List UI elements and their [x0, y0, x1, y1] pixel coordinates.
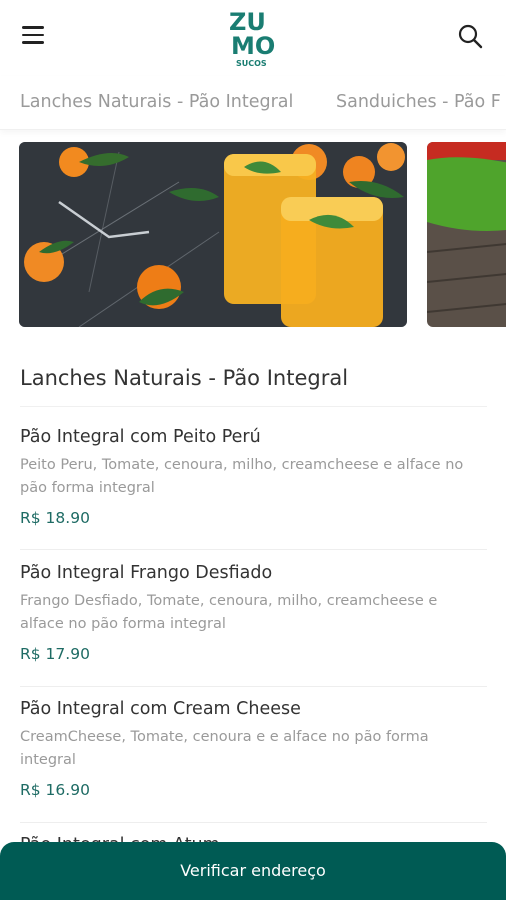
- divider: [20, 406, 487, 407]
- item-description: Peito Peru, Tomate, cenoura, milho, crea…: [20, 457, 464, 496]
- verify-address-button[interactable]: Verificar endereço: [0, 842, 506, 900]
- item-name: Pão Integral com Cream Cheese: [20, 699, 301, 719]
- item-description: CreamCheese, Tomate, cenoura e e alface …: [20, 729, 429, 768]
- section-title: Lanches Naturais - Pão Integral: [20, 366, 349, 390]
- menu-item[interactable]: Pão Integral com Peito Perú Peito Peru, …: [20, 425, 487, 527]
- item-name: Pão Integral com Peito Perú: [20, 427, 261, 447]
- item-price: R$ 16.90: [20, 781, 90, 799]
- category-tabs: Lanches Naturais - Pão Integral Sanduich…: [0, 76, 506, 130]
- menu-item[interactable]: Pão Integral com Cream Cheese CreamChees…: [20, 697, 487, 799]
- hamburger-menu-icon[interactable]: [22, 26, 48, 46]
- divider: [20, 822, 487, 823]
- logo-text-bottom: MO: [231, 32, 275, 60]
- item-name: Pão Integral Frango Desfiado: [20, 563, 273, 583]
- banner-image-salad[interactable]: [427, 142, 506, 327]
- app-header: ZU MO SUCOS: [0, 0, 506, 76]
- zumo-logo: ZU MO SUCOS: [229, 8, 275, 68]
- menu-item[interactable]: Pão Integral Frango Desfiado Frango Desf…: [20, 561, 487, 663]
- banner-image-juices[interactable]: [19, 142, 407, 327]
- search-icon[interactable]: [456, 22, 484, 50]
- tab-lanches-naturais[interactable]: Lanches Naturais - Pão Integral: [20, 92, 293, 112]
- logo-subtext: SUCOS: [236, 59, 267, 68]
- item-price: R$ 17.90: [20, 645, 90, 663]
- divider: [20, 549, 487, 550]
- tab-sanduiches[interactable]: Sanduiches - Pão F: [336, 92, 501, 112]
- item-description: Frango Desfiado, Tomate, cenoura, milho,…: [20, 593, 438, 632]
- item-price: R$ 18.90: [20, 509, 90, 527]
- divider: [20, 686, 487, 687]
